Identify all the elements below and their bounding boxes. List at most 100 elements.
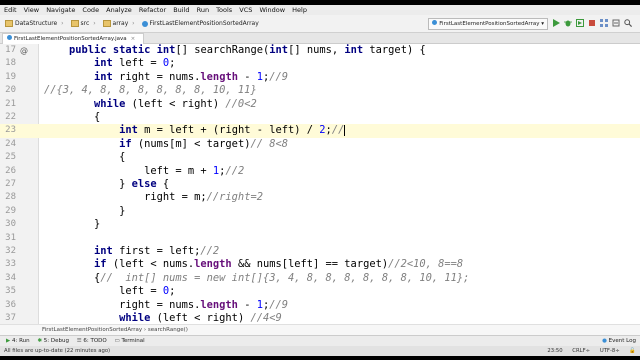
code-text: public static int[] searchRange(int[] nu… [69,44,426,56]
nav-project[interactable]: DataStructure [3,15,59,32]
tab-file[interactable]: FirstLastElementPositionSortedArray.java… [2,33,145,44]
code-line: 29 } [0,205,640,218]
code-line: 32 int first = left;//2 [0,245,640,258]
line-separator[interactable]: CRLF÷ [572,348,590,354]
code-text: int left = 0; [94,57,176,70]
line-number: 22 [5,112,16,122]
menu-run[interactable]: Run [197,6,209,14]
code-line: 36 right = nums.length - 1;//9 [0,299,640,312]
status-bar: All files are up-to-date (22 minutes ago… [0,346,640,356]
line-number: 21 [5,98,16,109]
code-line: 26 left = m + 1;//2 [0,165,640,178]
class-icon [7,35,12,40]
nav-folder-array[interactable]: array [101,15,131,32]
menu-refactor[interactable]: Refactor [139,6,166,14]
close-icon[interactable]: × [131,36,136,42]
menu-bar: Edit View Navigate Code Analyze Refactor… [0,5,640,15]
nav-file[interactable]: FirstLastElementPositionSortedArray [140,15,261,32]
folder-icon [70,20,79,27]
menu-view[interactable]: View [24,6,39,14]
code-text: if (left < nums.length && nums[left] == … [94,258,464,271]
code-line: 17 @ public static int[] searchRange(int… [0,44,640,57]
menu-window[interactable]: Window [259,6,285,14]
code-line: 19 int right = nums.length - 1;//9 [0,71,640,84]
line-number: 23 [5,125,16,136]
code-editor[interactable]: 17 @ public static int[] searchRange(int… [0,44,640,324]
code-line: 25 { [0,151,640,164]
lock-icon[interactable]: 🔓 [629,348,636,354]
code-line: 31 [0,232,640,245]
coverage-icon[interactable] [576,19,584,27]
menu-tools[interactable]: Tools [216,6,232,14]
line-number: 18 [5,58,16,69]
project-structure-icon[interactable] [600,19,608,27]
code-line: 28 right = m;//right=2 [0,191,640,204]
menu-edit[interactable]: Edit [4,6,17,14]
line-number: 36 [5,299,16,310]
stop-icon[interactable] [588,19,596,27]
code-breadcrumb[interactable]: FirstLastElementPositionSortedArray › se… [0,324,640,335]
nav-separator: › [93,20,96,27]
code-text: while (left < right) //0<2 [94,97,257,110]
code-text: { [44,111,101,123]
code-text: left = m + 1;//2 [44,164,245,177]
code-text: int m = left + (right - left) / 2;// [119,124,346,137]
menu-help[interactable]: Help [292,6,307,14]
code-text: { [44,151,126,164]
run-configuration-select[interactable]: FirstLastElementPositionSortedArray ▾ [428,18,548,30]
line-number: 27 [5,179,16,189]
code-line: 21 while (left < right) //0<2 [0,98,640,111]
text-caret [344,124,346,136]
line-number: 32 [5,246,16,256]
run-icon[interactable] [552,19,560,27]
menu-analyze[interactable]: Analyze [106,6,132,14]
line-number: 31 [5,232,16,243]
code-text: } [44,204,126,217]
nav-separator: › [61,20,64,27]
line-number: 29 [5,205,16,216]
current-code-line: 23 int m = left + (right - left) / 2;// [0,124,640,138]
navigation-bar: DataStructure › src › array › FirstLastE… [0,15,640,33]
line-number: 20 [5,85,16,96]
code-line: 18 int left = 0; [0,57,640,70]
search-icon[interactable] [624,19,632,27]
code-text: } else { [44,178,170,190]
folder-icon [102,20,111,27]
line-number: 34 [5,272,16,283]
status-message: All files are up-to-date (22 minutes ago… [4,348,111,354]
line-number: 28 [5,192,16,203]
line-number: 19 [5,71,16,82]
class-icon [141,20,148,27]
nav-folder-src[interactable]: src [69,15,92,32]
code-line: 27 } else { [0,178,640,191]
code-text: int right = nums.length - 1;//9 [94,70,289,83]
event-log-icon: ● [602,338,607,344]
file-encoding[interactable]: UTF-8÷ [600,348,620,354]
line-number: 33 [5,259,16,270]
folder-icon [5,20,13,27]
caret-position[interactable]: 23:50 [547,348,562,354]
code-line: 34 {// int[] nums = new int[]{3, 4, 8, 8… [0,272,640,285]
line-number: 17 [5,45,16,55]
menu-navigate[interactable]: Navigate [46,6,75,14]
code-text: int first = left;//2 [94,245,220,257]
code-line: 35 left = 0; [0,285,640,298]
code-line: 33 if (left < nums.length && nums[left] … [0,258,640,271]
sdk-icon[interactable] [612,19,620,27]
code-text: //{3, 4, 8, 8, 8, 8, 8, 8, 10, 11} [44,84,257,97]
menu-build[interactable]: Build [173,6,189,14]
code-text: right = nums.length - 1;//9 [44,298,289,311]
nav-separator: › [132,20,135,27]
code-text: {// int[] nums = new int[]{3, 4, 8, 8, 8… [44,271,470,284]
code-line: 22 { [0,111,640,124]
menu-vcs[interactable]: VCS [239,6,252,14]
todo-icon: ☰ [76,338,82,344]
code-text: left = 0; [44,285,176,298]
code-line: 30 } [0,218,640,231]
ide-window: Edit View Navigate Code Analyze Refactor… [0,5,640,356]
debug-icon[interactable] [564,19,572,27]
code-line: 24 if (nums[m] < target)// 8<8 [0,138,640,151]
menu-code[interactable]: Code [82,6,99,14]
method-recursion-marker-icon[interactable]: @ [20,46,28,55]
run-icon: ▶ [6,338,11,344]
